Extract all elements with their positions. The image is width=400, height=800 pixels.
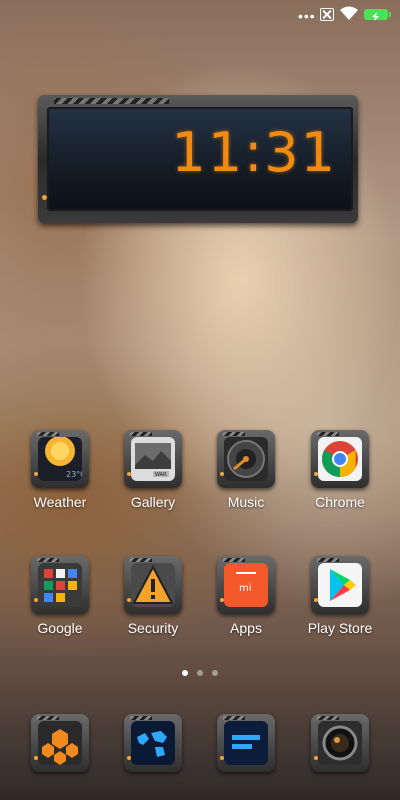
app-label: Chrome	[315, 494, 365, 510]
app-label: Play Store	[307, 620, 373, 636]
weather-icon: 23°C	[38, 437, 82, 481]
dock-camera[interactable]	[297, 714, 383, 772]
app-music[interactable]: Music	[203, 430, 289, 510]
app-label: Google	[37, 620, 83, 636]
svg-text:mi: mi	[239, 583, 252, 594]
app-label: Gallery	[130, 494, 176, 510]
browser-map-icon	[131, 721, 175, 765]
widget-stripes	[54, 98, 169, 104]
wifi-icon	[340, 6, 358, 20]
app-label: Apps	[230, 620, 262, 636]
gallery-icon: WAR	[131, 437, 175, 481]
app-google-folder[interactable]: Google	[17, 556, 103, 636]
dock-messages[interactable]	[203, 714, 289, 772]
camera-icon	[318, 721, 362, 765]
svg-text:WAR: WAR	[155, 472, 167, 478]
security-icon	[131, 563, 175, 607]
notification-overflow: •••	[298, 8, 316, 24]
app-label: Music	[227, 494, 265, 510]
app-apps[interactable]: mi Apps	[203, 556, 289, 636]
app-weather[interactable]: 23°C Weather	[17, 430, 103, 510]
svg-text:23°C: 23°C	[66, 470, 82, 479]
dock-phone[interactable]	[17, 714, 103, 772]
app-frame: 23°C	[31, 430, 89, 488]
messages-icon	[224, 721, 268, 765]
page-dot[interactable]	[212, 670, 218, 676]
app-play-store[interactable]: Play Store	[297, 556, 383, 636]
music-icon	[224, 437, 268, 481]
play-store-icon	[318, 563, 362, 607]
chrome-icon	[318, 437, 362, 481]
dock-browser[interactable]	[110, 714, 196, 772]
app-frame: WAR	[124, 430, 182, 488]
widget-led	[42, 195, 47, 200]
app-security[interactable]: Security	[110, 556, 196, 636]
mi-apps-icon: mi	[224, 563, 268, 607]
app-frame: mi	[217, 556, 275, 614]
app-gallery[interactable]: WAR Gallery	[110, 430, 196, 510]
app-frame	[124, 714, 182, 772]
app-chrome[interactable]: Chrome	[297, 430, 383, 510]
page-dot[interactable]	[197, 670, 203, 676]
app-frame	[31, 556, 89, 614]
clock-screen: 11:31	[47, 107, 353, 211]
app-frame	[311, 714, 369, 772]
no-sim-icon	[320, 8, 334, 21]
app-frame	[311, 556, 369, 614]
phone-icon	[38, 721, 82, 765]
app-frame	[311, 430, 369, 488]
app-label: Security	[127, 620, 179, 636]
app-frame	[217, 430, 275, 488]
page-dot-active[interactable]	[182, 670, 188, 676]
app-frame	[217, 714, 275, 772]
clock-time: 11:31	[171, 121, 337, 184]
app-label: Weather	[33, 494, 87, 510]
status-bar: •••	[0, 0, 400, 30]
app-frame	[124, 556, 182, 614]
google-folder-icon	[38, 563, 82, 607]
page-indicator	[180, 670, 220, 678]
battery-charging-icon	[364, 9, 391, 21]
clock-widget[interactable]: 11:31	[38, 95, 358, 223]
app-frame	[31, 714, 89, 772]
